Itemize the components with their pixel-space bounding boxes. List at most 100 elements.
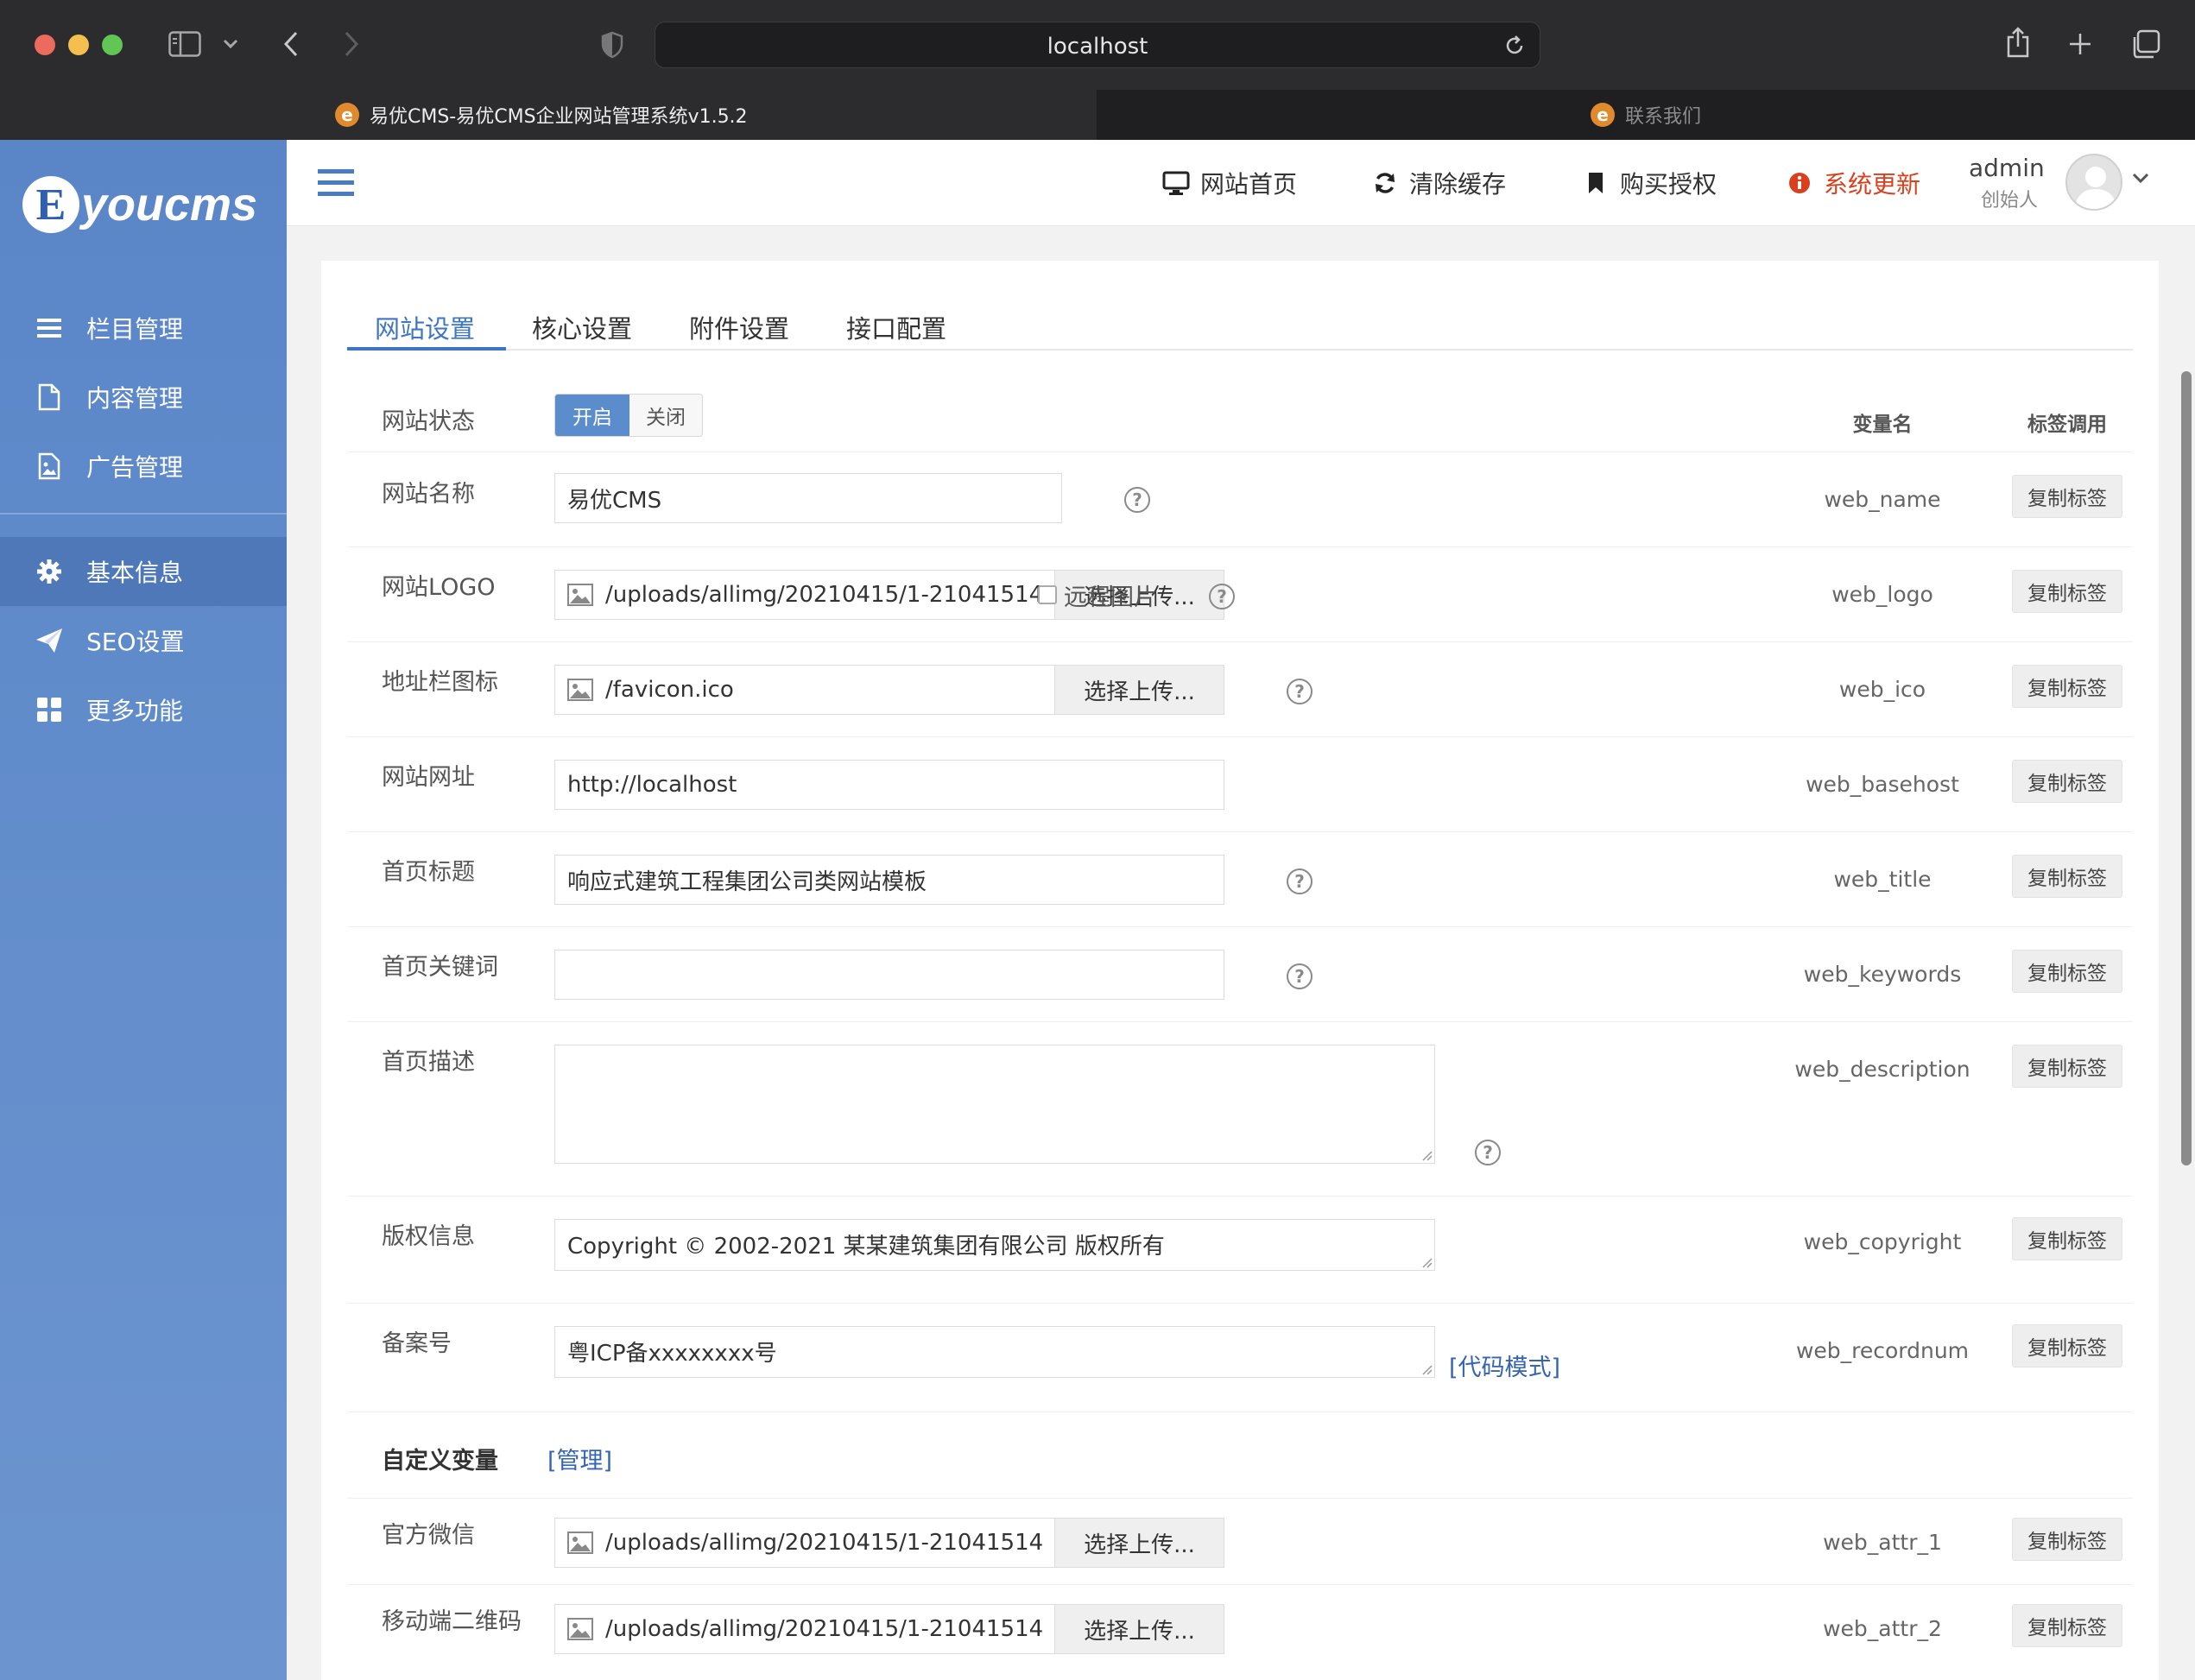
reload-icon[interactable]: [1503, 35, 1526, 57]
code-mode-link[interactable]: [代码模式]: [1449, 1348, 1560, 1382]
copy-tag-button[interactable]: 复制标签: [2012, 475, 2122, 518]
record-number-textarea[interactable]: 粤ICP备xxxxxxxx号: [554, 1326, 1435, 1378]
copy-tag-button[interactable]: 复制标签: [2012, 1604, 2122, 1647]
field-label: 网站状态: [382, 408, 475, 435]
official-wechat-input[interactable]: /uploads/allimg/20210415/1-21041514 选择上传…: [554, 1518, 1224, 1568]
copy-tag-button[interactable]: 复制标签: [2012, 1324, 2122, 1367]
active-tab-underline: [347, 347, 506, 351]
sidebar-item-columns[interactable]: 栏目管理: [0, 294, 287, 363]
resize-grip-icon[interactable]: [1420, 1363, 1433, 1375]
site-status-toggle[interactable]: 开启 关闭: [554, 394, 703, 437]
back-icon[interactable]: [278, 29, 304, 59]
page-scrollbar[interactable]: [2178, 226, 2195, 1680]
tab-site-settings[interactable]: 网站设置: [375, 309, 475, 345]
site-home-link[interactable]: 网站首页: [1162, 164, 1297, 202]
copy-tag-button[interactable]: 复制标签: [2012, 1217, 2122, 1260]
menu-toggle-icon[interactable]: [318, 167, 354, 199]
web-name-input[interactable]: 易优CMS: [554, 473, 1062, 523]
mobile-qrcode-input[interactable]: /uploads/allimg/20210415/1-21041514 选择上传…: [554, 1604, 1224, 1654]
form-row-web-keywords: 首页关键词 ? web_keywords 复制标签: [347, 927, 2133, 1022]
shield-icon[interactable]: [599, 29, 625, 60]
var-name: web_description: [1794, 1057, 1970, 1082]
chevron-down-icon[interactable]: [2131, 171, 2150, 190]
sidebar-item-basic-info[interactable]: 基本信息: [0, 537, 287, 606]
sidebar-divider: [0, 513, 287, 515]
copy-tag-button[interactable]: 复制标签: [2012, 570, 2122, 613]
close-window-button[interactable]: [35, 35, 55, 55]
var-name: web_name: [1824, 487, 1941, 512]
chevron-down-icon[interactable]: [221, 35, 240, 54]
tab-api-settings[interactable]: 接口配置: [846, 309, 946, 345]
resize-grip-icon[interactable]: [1420, 1149, 1433, 1161]
maximize-window-button[interactable]: [102, 35, 123, 55]
copy-tag-button[interactable]: 复制标签: [2012, 665, 2122, 708]
home-keywords-input[interactable]: [554, 950, 1224, 1000]
sidebar: E youcms 栏目管理 内容管理 广告管理 基本信息 SEO设置 更多功能: [0, 140, 287, 1680]
web-ico-input[interactable]: /favicon.ico 选择上传...: [554, 665, 1224, 715]
help-icon[interactable]: ?: [1287, 868, 1313, 894]
address-bar[interactable]: localhost: [655, 22, 1540, 68]
user-name[interactable]: admin: [1969, 154, 2045, 182]
manage-custom-vars-link[interactable]: [管理]: [547, 1442, 612, 1475]
var-name: web_copyright: [1803, 1229, 1962, 1254]
copy-tag-button[interactable]: 复制标签: [2012, 855, 2122, 898]
var-name: web_ico: [1838, 677, 1926, 702]
input-value: 粤ICP备xxxxxxxx号: [567, 1341, 777, 1367]
field-label: 备案号: [382, 1330, 452, 1357]
tab-overview-icon[interactable]: [2129, 28, 2162, 60]
logo[interactable]: E youcms: [22, 176, 257, 233]
copy-tag-button[interactable]: 复制标签: [2012, 1518, 2122, 1561]
copy-tag-button[interactable]: 复制标签: [2012, 950, 2122, 993]
user-role: 创始人: [1981, 190, 2039, 212]
clear-cache-link[interactable]: 清除缓存: [1371, 164, 1506, 202]
new-tab-icon[interactable]: [2065, 29, 2095, 59]
minimize-window-button[interactable]: [68, 35, 89, 55]
copyright-textarea[interactable]: Copyright © 2002-2021 某某建筑集团有限公司 版权所有: [554, 1219, 1435, 1271]
home-title-input[interactable]: 响应式建筑工程集团公司类网站模板: [554, 855, 1224, 905]
status-off-option[interactable]: 关闭: [629, 395, 702, 436]
var-name: web_title: [1833, 867, 1932, 892]
upload-button[interactable]: 选择上传...: [1054, 1519, 1224, 1567]
field-label: 首页标题: [382, 859, 475, 886]
system-update-link[interactable]: 系统更新: [1786, 164, 1920, 202]
browser-tab-active[interactable]: e 易优CMS-易优CMS企业网站管理系统v1.5.2: [0, 90, 1095, 140]
grid-icon: [35, 695, 64, 724]
buy-license-link[interactable]: 购买授权: [1582, 164, 1717, 202]
sidebar-item-content[interactable]: 内容管理: [0, 363, 287, 432]
upload-button[interactable]: 选择上传...: [1054, 666, 1224, 714]
upload-button[interactable]: 选择上传...: [1054, 1605, 1224, 1653]
input-value: /uploads/allimg/20210415/1-21041514: [605, 1616, 1044, 1642]
remote-image-checkbox[interactable]: [1038, 585, 1057, 604]
help-icon[interactable]: ?: [1209, 584, 1235, 609]
forward-icon[interactable]: [338, 29, 364, 59]
help-icon[interactable]: ?: [1287, 963, 1313, 989]
scrollbar-thumb[interactable]: [2181, 371, 2192, 1165]
help-icon[interactable]: ?: [1287, 679, 1313, 704]
avatar[interactable]: [2065, 154, 2122, 211]
help-icon[interactable]: ?: [1124, 487, 1150, 513]
help-icon[interactable]: ?: [1475, 1140, 1501, 1165]
image-icon: [567, 679, 593, 701]
tab-core-settings[interactable]: 核心设置: [532, 309, 632, 345]
status-on-option[interactable]: 开启: [555, 395, 629, 436]
resize-grip-icon[interactable]: [1420, 1256, 1433, 1268]
sidebar-item-label: 更多功能: [86, 697, 184, 725]
home-description-textarea[interactable]: [554, 1045, 1435, 1164]
sidebar-item-seo[interactable]: SEO设置: [0, 606, 287, 675]
web-url-input[interactable]: http://localhost: [554, 760, 1224, 810]
logo-mark: E: [22, 176, 79, 233]
var-name: web_logo: [1831, 582, 1933, 607]
field-label: 官方微信: [382, 1522, 475, 1549]
tab-attachment-settings[interactable]: 附件设置: [689, 309, 789, 345]
copy-tag-button[interactable]: 复制标签: [2012, 760, 2122, 803]
field-label: 首页描述: [382, 1049, 475, 1076]
sidebar-item-more[interactable]: 更多功能: [0, 675, 287, 744]
share-icon[interactable]: [2003, 24, 2033, 60]
sidebar-item-ads[interactable]: 广告管理: [0, 432, 287, 501]
sidebar-toggle-icon[interactable]: [168, 29, 202, 59]
field-label: 版权信息: [382, 1223, 475, 1250]
copy-tag-button[interactable]: 复制标签: [2012, 1045, 2122, 1088]
sidebar-item-label: 基本信息: [86, 559, 184, 587]
browser-tab-inactive[interactable]: e 联系我们: [1097, 90, 2195, 140]
field-label: 地址栏图标: [382, 669, 498, 696]
